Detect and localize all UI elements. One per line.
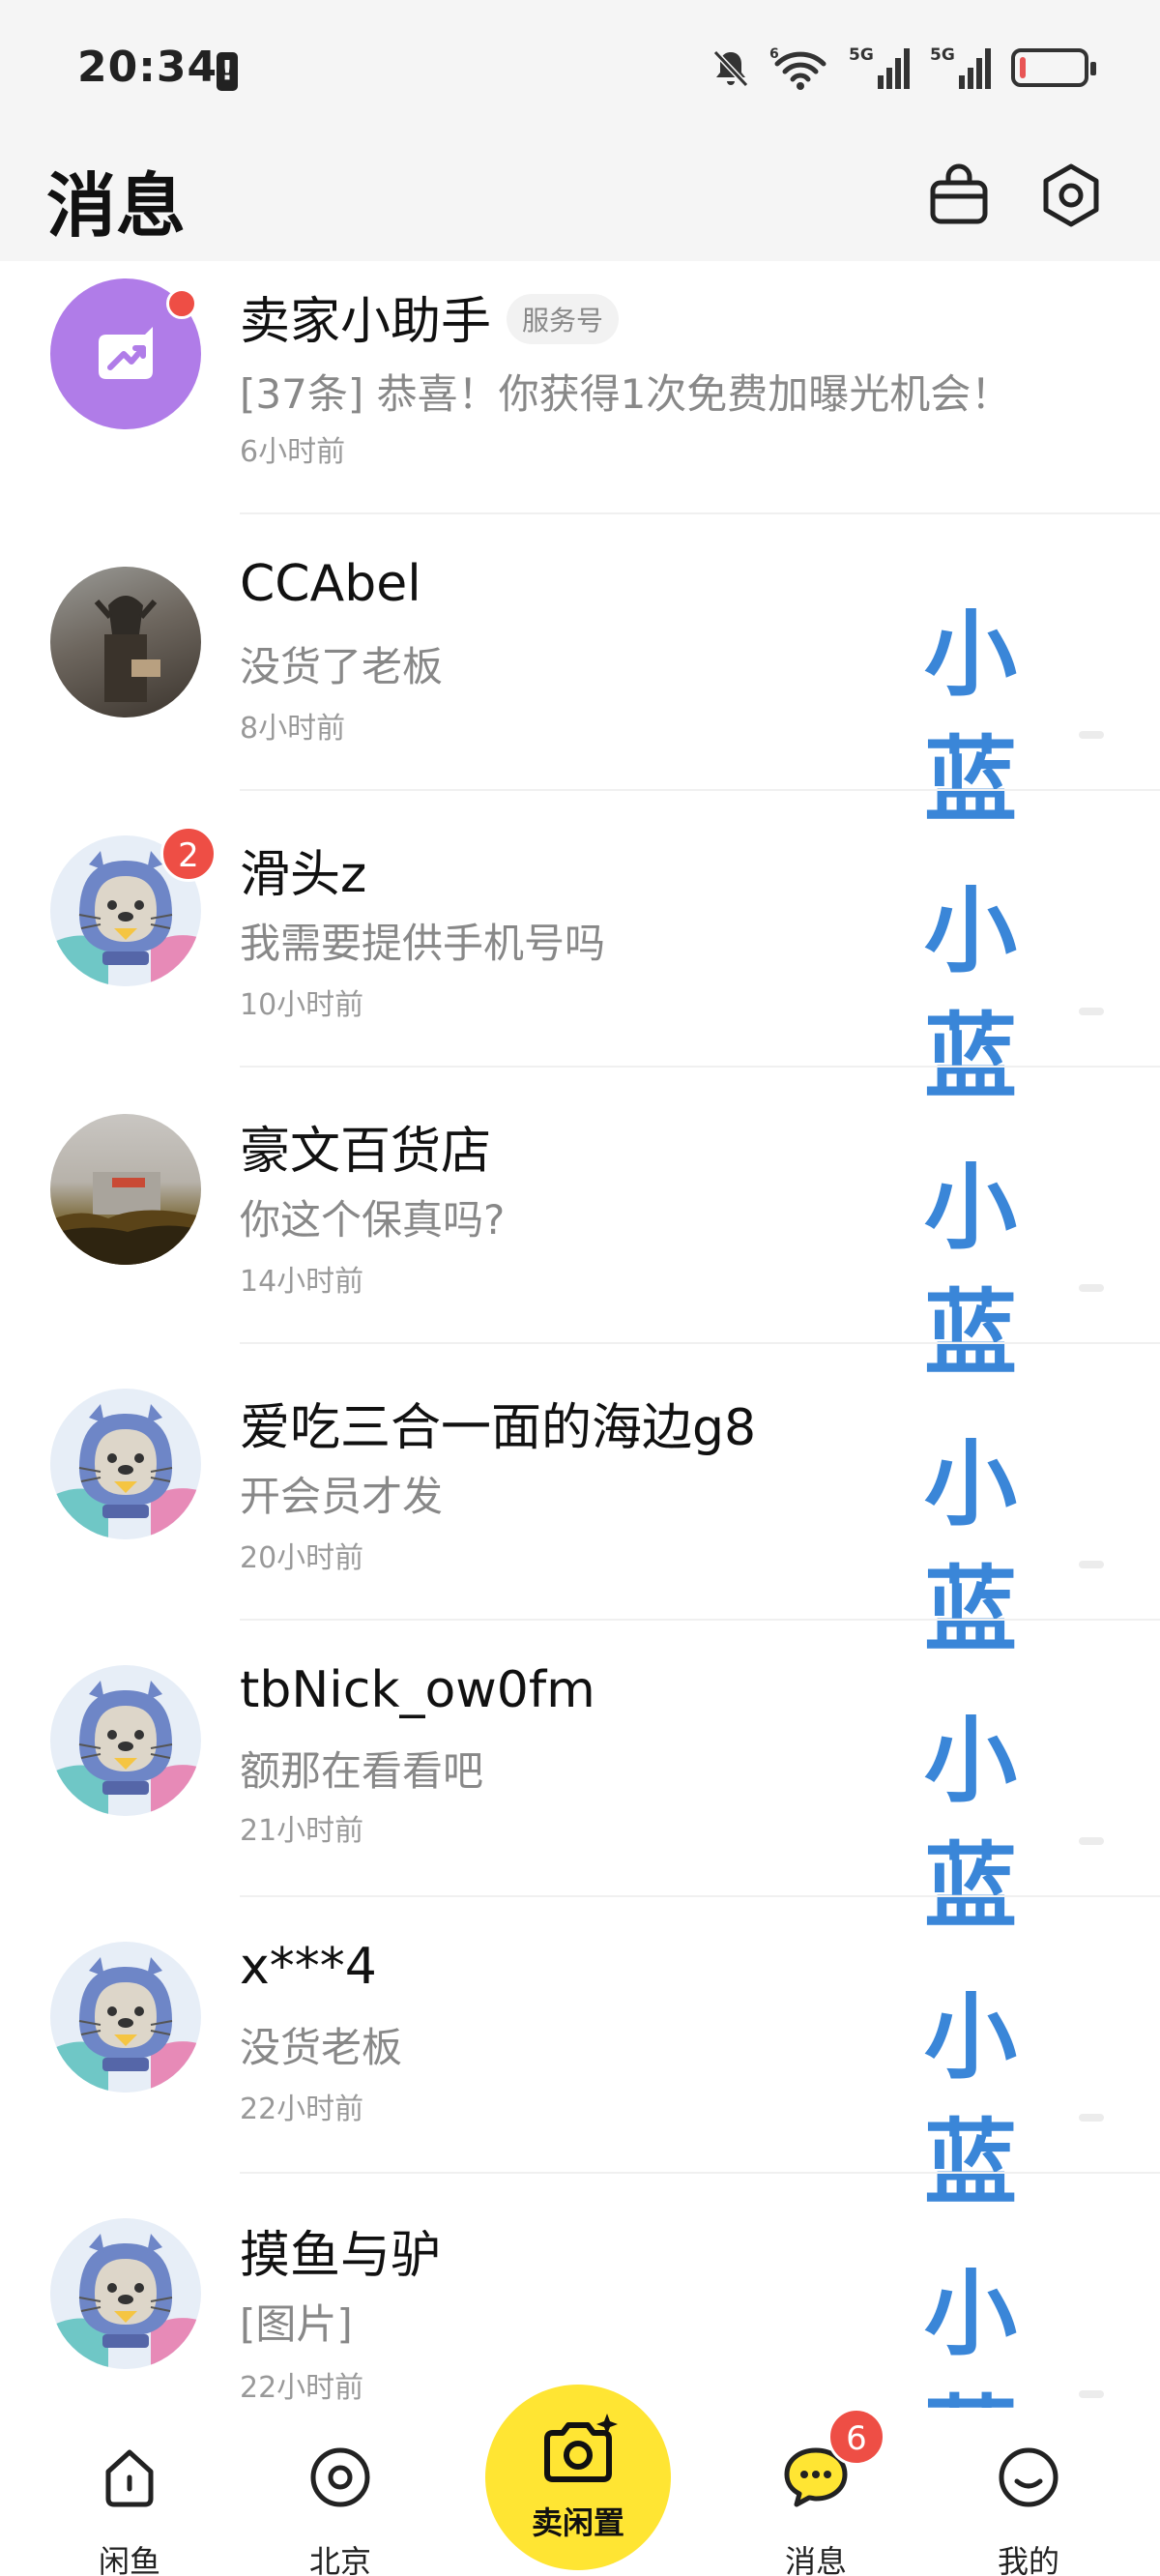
battery-icon [1011, 48, 1096, 87]
conversation-message: [37条] 恭喜！你获得1次免费加曝光机会！ [240, 370, 1012, 418]
signal-icon-2: 5G [930, 45, 991, 89]
gear-icon [1043, 163, 1099, 227]
tab-city[interactable]: 北京 [273, 2408, 408, 2576]
wifi-icon: 6 [769, 46, 826, 90]
network-label-1: 5G [849, 45, 874, 65]
bag-icon [930, 163, 988, 224]
item-thumbnail[interactable]: 小蓝 [924, 1698, 1108, 1941]
sell-label: 卖闲置 [531, 2504, 624, 2541]
conversation-message: 我需要提供手机号吗 [240, 920, 606, 967]
conversation-name: tbNick_ow0fm [240, 1661, 595, 1719]
smile-face-icon [999, 2447, 1058, 2507]
thumbnail-mark [1079, 1561, 1104, 1568]
item-thumbnail[interactable]: 小蓝 [924, 1145, 1108, 1388]
mute-bell-icon [712, 49, 749, 88]
alert-icon [217, 52, 238, 91]
tab-label: 北京 [308, 2543, 371, 2576]
conversation-time: 8小时前 [240, 712, 346, 746]
store-button[interactable] [920, 157, 998, 234]
camera-sparkle-icon [544, 2414, 618, 2482]
conversation-name: 爱吃三合一面的海边g8 [240, 1399, 757, 1457]
conversation-message: 没货了老板 [240, 643, 444, 690]
tab-home[interactable]: 闲鱼 [62, 2408, 197, 2576]
conversation-time: 22小时前 [240, 2371, 364, 2405]
conversation-message: [图片] [240, 2300, 353, 2348]
wifi-label: 6 [769, 46, 779, 62]
conversation-message: 你这个保真吗? [240, 1196, 506, 1244]
signal-icon-1: 5G [849, 45, 910, 89]
tab-me[interactable]: 我的 [961, 2408, 1096, 2576]
building-photo-icon [50, 1172, 201, 1265]
conversation-time: 14小时前 [240, 1265, 364, 1299]
conversation-item-huatouz[interactable]: 2 滑头z 我需要提供手机号吗 10小时前 小蓝 [0, 791, 1160, 1111]
conversation-item-haowen-store[interactable]: 豪文百货店 你这个保真吗? 14小时前 小蓝 [0, 1068, 1160, 1388]
seal-avatar-icon [50, 1665, 201, 1816]
header: 消息 [0, 135, 1160, 261]
item-thumbnail[interactable]: 小蓝 [924, 868, 1108, 1111]
status-time: 20:34 [77, 43, 218, 92]
unread-dot [166, 288, 197, 319]
thumbnail-mark [1079, 2114, 1104, 2122]
conversation-name: x***4 [240, 1938, 377, 1996]
sell-button[interactable]: 卖闲置 [485, 2385, 671, 2570]
seal-avatar-icon [50, 1942, 201, 2093]
seal-avatar-icon [50, 1389, 201, 1539]
avatar [50, 1389, 201, 1539]
conversation-name: CCAbel [240, 555, 421, 613]
conversation-name: 豪文百货店 [240, 1123, 492, 1181]
seal-avatar-icon [50, 2218, 201, 2369]
conversation-time: 22小时前 [240, 2093, 364, 2126]
item-thumbnail[interactable]: 小蓝 [924, 1421, 1108, 1664]
thumbnail-mark [1079, 2390, 1104, 2398]
avatar [50, 1665, 201, 1816]
conversation-name: 滑头z [240, 846, 367, 904]
tab-messages[interactable]: 消息 6 [748, 2408, 885, 2576]
conversation-name: 卖家小助手 服务号 [240, 280, 620, 353]
conversation-item-seller-assistant[interactable]: 卖家小助手 服务号 [37条] 恭喜！你获得1次免费加曝光机会！ 6小时前 [0, 261, 1160, 514]
conversation-time: 6小时前 [240, 435, 346, 469]
thumbnail-mark [1079, 731, 1104, 739]
thumbnail-mark [1079, 1837, 1104, 1845]
conversation-item-aichi[interactable]: 爱吃三合一面的海边g8 开会员才发 20小时前 小蓝 [0, 1344, 1160, 1664]
messages-badge: 6 [827, 2408, 885, 2466]
battery-level [1020, 57, 1026, 78]
conversation-time: 10小时前 [240, 988, 364, 1022]
page-title: 消息 [46, 165, 187, 247]
conversation-message: 没货老板 [240, 2024, 403, 2071]
conversation-name: 摸鱼与驴 [240, 2227, 442, 2285]
conversation-time: 20小时前 [240, 1541, 364, 1575]
home-icon [105, 2449, 154, 2507]
status-icons: 6 5G 5G [710, 43, 1096, 93]
settings-button[interactable] [1032, 157, 1110, 234]
avatar [50, 1942, 201, 2093]
thumbnail-mark [1079, 1008, 1104, 1015]
network-label-2: 5G [930, 45, 955, 65]
avatar [50, 567, 201, 717]
thumbnail-mark [1079, 1284, 1104, 1292]
tab-label: 闲鱼 [98, 2543, 160, 2576]
item-thumbnail[interactable]: 小蓝 [924, 592, 1108, 834]
unread-badge: 2 [160, 826, 217, 882]
conversation-item-ccabel[interactable]: CCAbel 没货了老板 8小时前 小蓝 [0, 514, 1160, 834]
conversation-list: 卖家小助手 服务号 [37条] 恭喜！你获得1次免费加曝光机会！ 6小时前 CCA… [0, 261, 1160, 2494]
conversation-item-tbnick[interactable]: tbNick_ow0fm 额那在看看吧 21小时前 小蓝 [0, 1621, 1160, 1941]
tab-label: 我的 [997, 2543, 1059, 2576]
avatar [50, 1114, 201, 1265]
conversation-message: 额那在看看吧 [240, 1747, 484, 1795]
conversation-name-text: 卖家小助手 [240, 293, 492, 351]
conversation-message: 开会员才发 [240, 1473, 444, 1520]
service-tag: 服务号 [507, 294, 620, 344]
status-bar: 20:34 6 5G 5G [0, 0, 1160, 135]
knight-figure-icon [94, 596, 160, 702]
item-thumbnail[interactable]: 小蓝 [924, 2251, 1108, 2494]
conversation-item-x4[interactable]: x***4 没货老板 22小时前 小蓝 [0, 1897, 1160, 2217]
avatar [50, 2218, 201, 2369]
item-thumbnail[interactable]: 小蓝 [924, 1975, 1108, 2217]
conversation-time: 21小时前 [240, 1814, 364, 1848]
tab-label: 消息 [784, 2543, 847, 2576]
location-icon [310, 2447, 370, 2507]
